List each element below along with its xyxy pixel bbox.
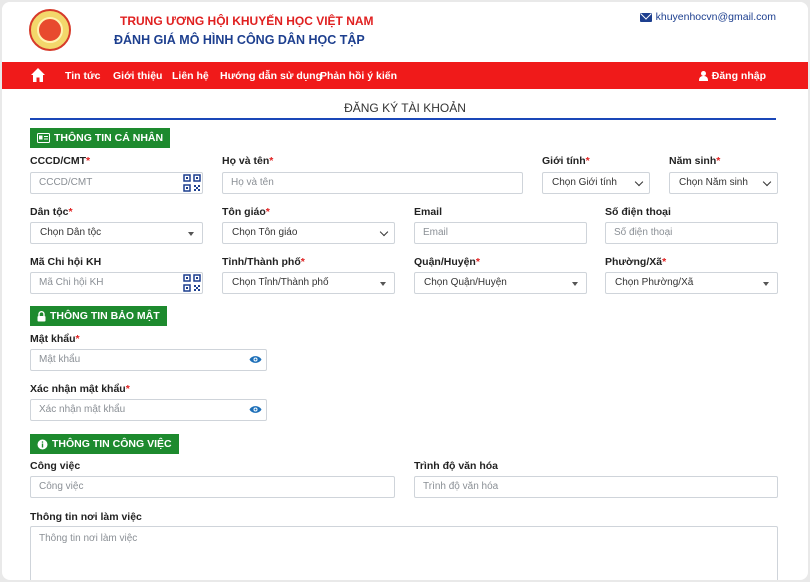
main-nav: Tin tức Giới thiệu Liên hệ Hướng dẫn sử …: [2, 62, 808, 89]
label-ward: Phường/Xã*: [605, 256, 667, 268]
eye-icon[interactable]: [249, 355, 262, 364]
lock-icon: [37, 310, 46, 321]
qr-scan-icon[interactable]: [183, 274, 201, 292]
eye-icon[interactable]: [249, 405, 262, 414]
province-select[interactable]: Chọn Tỉnh/Thành phố: [222, 272, 395, 294]
label-ethnicity: Dân tộc*: [30, 206, 73, 218]
section-work-title: THÔNG TIN CÔNG VIỆC: [52, 438, 172, 450]
district-select[interactable]: Chọn Quận/Huyện: [414, 272, 587, 294]
branch-input[interactable]: Mã Chi hội KH: [30, 272, 203, 294]
nav-tin-tuc[interactable]: Tin tức: [65, 70, 100, 82]
caret-down-icon: [763, 282, 769, 286]
label-job: Công việc: [30, 460, 81, 472]
label-fullname: Họ và tên*: [222, 155, 274, 167]
id-card-icon: [37, 133, 50, 143]
chevron-down-icon: [634, 177, 644, 187]
section-work: THÔNG TIN CÔNG VIỆC: [30, 434, 179, 454]
nav-lien-he[interactable]: Liên hệ: [172, 70, 209, 82]
registration-page: TRUNG ƯƠNG HỘI KHUYẾN HỌC VIỆT NAM ĐÁNH …: [2, 2, 808, 580]
app-name: ĐÁNH GIÁ MÔ HÌNH CÔNG DÂN HỌC TẬP: [114, 33, 365, 47]
title-divider: [30, 118, 776, 120]
ethnicity-select[interactable]: Chọn Dân tộc: [30, 222, 203, 244]
page-title: ĐĂNG KÝ TÀI KHOẢN: [344, 101, 466, 115]
label-education: Trình độ văn hóa: [414, 460, 499, 472]
label-confirm-password: Xác nhận mật khẩu*: [30, 383, 130, 395]
login-link[interactable]: Đăng nhập: [698, 70, 766, 82]
site-header: TRUNG ƯƠNG HỘI KHUYẾN HỌC VIỆT NAM ĐÁNH …: [2, 2, 808, 62]
label-workplace: Thông tin nơi làm việc: [30, 511, 142, 523]
fullname-input[interactable]: Họ và tên: [222, 172, 523, 194]
password-input[interactable]: Mật khẩu: [30, 349, 267, 371]
caret-down-icon: [188, 232, 194, 236]
section-personal: THÔNG TIN CÁ NHÂN: [30, 128, 171, 148]
job-input[interactable]: Công việc: [30, 476, 395, 498]
email-text: khuyenhocvn@gmail.com: [655, 11, 776, 23]
chevron-down-icon: [379, 227, 389, 237]
logo-icon[interactable]: [29, 9, 71, 51]
confirm-password-input[interactable]: Xác nhận mật khẩu: [30, 399, 267, 421]
birthyear-select[interactable]: Chọn Năm sinh: [669, 172, 778, 194]
user-icon: [698, 71, 708, 81]
caret-down-icon: [380, 282, 386, 286]
phone-input[interactable]: Số điện thoại: [605, 222, 778, 244]
religion-select[interactable]: Chọn Tôn giáo: [222, 222, 395, 244]
gender-select[interactable]: Chọn Giới tính: [542, 172, 650, 194]
workplace-textarea[interactable]: Thông tin nơi làm việc: [30, 526, 778, 580]
section-personal-title: THÔNG TIN CÁ NHÂN: [54, 132, 164, 144]
info-icon: [37, 439, 48, 449]
contact-email[interactable]: khuyenhocvn@gmail.com: [639, 11, 776, 23]
section-security-title: THÔNG TIN BẢO MẬT: [50, 310, 160, 322]
label-email: Email: [414, 206, 443, 218]
envelope-icon: [639, 12, 652, 22]
login-label: Đăng nhập: [711, 70, 766, 82]
section-security: THÔNG TIN BẢO MẬT: [30, 306, 167, 326]
label-province: Tỉnh/Thành phố*: [222, 256, 305, 268]
label-birthyear: Năm sinh*: [669, 155, 721, 167]
label-branch: Mã Chi hội KH: [30, 256, 102, 268]
label-password: Mật khẩu*: [30, 333, 80, 345]
label-religion: Tôn giáo*: [222, 206, 270, 218]
nav-phan-hoi[interactable]: Phản hồi ý kiến: [320, 70, 397, 82]
education-input[interactable]: Trình độ văn hóa: [414, 476, 778, 498]
label-district: Quận/Huyện*: [414, 256, 480, 268]
nav-huong-dan[interactable]: Hướng dẫn sử dụng: [220, 70, 322, 82]
home-icon[interactable]: [30, 67, 46, 83]
chevron-down-icon: [762, 177, 772, 187]
caret-down-icon: [572, 282, 578, 286]
nav-gioi-thieu[interactable]: Giới thiệu: [113, 70, 162, 82]
label-gender: Giới tính*: [542, 155, 590, 167]
ward-select[interactable]: Chọn Phường/Xã: [605, 272, 778, 294]
label-cccd: CCCD/CMT*: [30, 155, 91, 167]
email-input[interactable]: Email: [414, 222, 587, 244]
label-phone: Số điện thoại: [605, 206, 671, 218]
org-name: TRUNG ƯƠNG HỘI KHUYẾN HỌC VIỆT NAM: [120, 14, 374, 28]
qr-scan-icon[interactable]: [183, 174, 201, 192]
cccd-input[interactable]: CCCD/CMT: [30, 172, 203, 194]
